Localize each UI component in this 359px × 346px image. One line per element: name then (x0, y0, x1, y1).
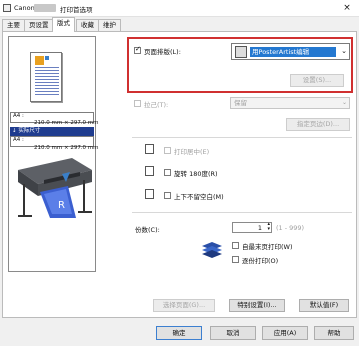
print-centered-label: 打印居中(E) (174, 148, 210, 156)
divider (132, 212, 352, 213)
tab-main[interactable]: 主要 (2, 19, 25, 31)
size1-value: 210.0 mm × 297.0 mm (34, 120, 99, 126)
last-page-first-label: 自最末页打印(W) (242, 243, 293, 251)
cancel-button[interactable]: 取消 (210, 326, 256, 340)
printer-illustration-icon: R (18, 158, 92, 218)
size1-label: A4 : (13, 113, 24, 119)
actual-size-row: ↓ 实际尺寸 (10, 127, 94, 136)
position-label: 拉己(T): (144, 101, 169, 109)
size2-value: 210.0 mm × 297.0 mm (34, 145, 99, 151)
size2-label: A4 : (13, 137, 24, 143)
ok-button[interactable]: 确定 (156, 326, 202, 340)
preview-image (35, 56, 44, 65)
window-title: 打印首选项 (60, 6, 93, 14)
copies-range: (1 - 999) (276, 224, 305, 232)
copies-stack-icon (202, 242, 222, 258)
title-prefix: Canon (14, 4, 35, 12)
special-settings-button[interactable]: 特别设置(I)... (229, 299, 285, 312)
collate-label: 逐份打印(O) (242, 257, 279, 265)
select-pages-button[interactable]: 选择页面(G)... (153, 299, 215, 312)
print-centered-checkbox[interactable] (164, 147, 171, 154)
divider (132, 137, 352, 138)
tab-layout[interactable]: 版式 (52, 17, 75, 32)
page-layout-settings-button[interactable]: 设置(S)... (290, 74, 344, 87)
blurred-printer-name (34, 4, 56, 12)
chevron-down-icon: ⌄ (341, 99, 347, 106)
help-button[interactable]: 帮助 (314, 326, 354, 340)
close-icon[interactable]: × (341, 2, 353, 14)
page-layout-checkbox[interactable] (134, 45, 141, 54)
position-value: 保留 (234, 99, 247, 107)
specify-margin-button[interactable]: 指定页边(D)... (286, 118, 350, 131)
poster-artist-icon (235, 46, 247, 58)
copies-label: 份数(C): (135, 226, 160, 234)
tab-page-setup[interactable]: 页设置 (24, 19, 54, 31)
rotate-icon (145, 166, 154, 176)
last-page-first-checkbox[interactable] (232, 242, 239, 249)
copies-spinner[interactable]: 1 ▴ ▾ (232, 222, 272, 233)
no-blank-icon (145, 189, 154, 199)
copies-value: 1 (257, 224, 262, 232)
rotate-label: 旋转 180度(R) (174, 170, 218, 178)
position-checkbox[interactable] (134, 100, 141, 107)
no-blank-checkbox[interactable] (164, 192, 171, 199)
print-centered-icon (145, 144, 154, 154)
svg-text:R: R (58, 200, 65, 211)
position-select[interactable]: 保留 ⌄ (230, 97, 350, 109)
spin-arrows-icon[interactable]: ▴ ▾ (267, 222, 270, 232)
rotate-checkbox[interactable] (164, 169, 171, 176)
chevron-down-icon: ⌄ (341, 47, 347, 55)
preview-page (30, 52, 62, 102)
page-layout-selected: 用PosterArtist编辑 (250, 47, 336, 57)
tab-maintenance[interactable]: 维护 (98, 19, 121, 31)
title-bar: Canon 打印首选项 × (0, 0, 359, 17)
printer-icon (3, 4, 11, 12)
page-layout-label: 页面排版(L): (144, 48, 181, 56)
no-blank-label: 上下不留空白(M) (174, 193, 224, 201)
page-layout-select[interactable]: 用PosterArtist编辑 ⌄ (231, 43, 350, 60)
collate-checkbox[interactable] (232, 256, 239, 263)
apply-button[interactable]: 应用(A) (262, 326, 308, 340)
defaults-button[interactable]: 默认值(F) (299, 299, 349, 312)
tab-favorites[interactable]: 收藏 (76, 19, 99, 31)
